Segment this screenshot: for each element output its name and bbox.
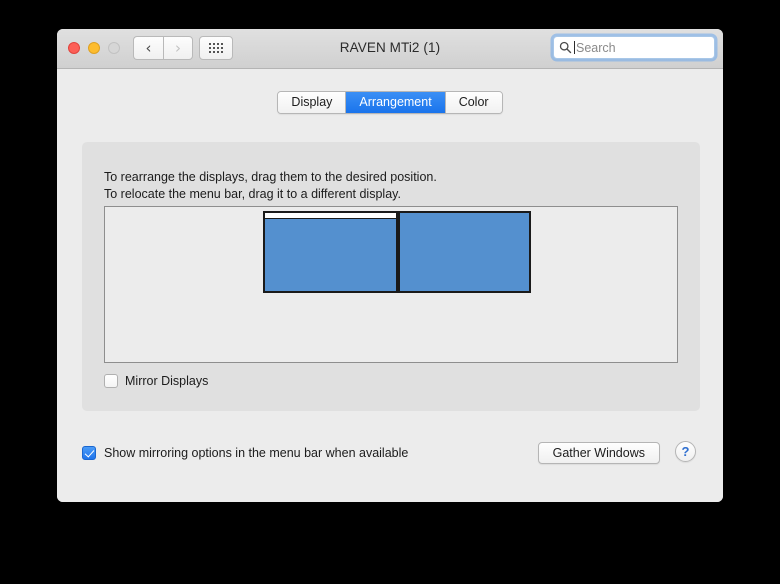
gather-windows-button[interactable]: Gather Windows [537, 442, 660, 464]
primary-display-tile[interactable] [263, 211, 398, 293]
secondary-display-tile[interactable] [398, 211, 531, 293]
show-mirroring-options-checkbox[interactable] [82, 446, 96, 460]
mirror-displays-row[interactable]: Mirror Displays [104, 374, 208, 388]
search-text-caret [574, 41, 575, 54]
show-mirroring-options-row[interactable]: Show mirroring options in the menu bar w… [82, 446, 408, 460]
mirror-displays-checkbox[interactable] [104, 374, 118, 388]
window-content: Display Arrangement Color To rearrange t… [57, 69, 723, 502]
search-placeholder: Search [576, 40, 616, 55]
menu-bar-strip[interactable] [265, 213, 396, 219]
window-titlebar: ‹ › RAVEN MTi2 (1) Search [57, 29, 723, 69]
displays-preferences-window: ‹ › RAVEN MTi2 (1) Search Display Arrang… [57, 29, 723, 502]
help-button[interactable]: ? [675, 441, 696, 462]
tab-strip: Display Arrangement Color [277, 91, 503, 114]
tab-arrangement[interactable]: Arrangement [346, 92, 446, 113]
show-mirroring-options-label: Show mirroring options in the menu bar w… [104, 446, 409, 460]
mirror-displays-label: Mirror Displays [125, 374, 209, 388]
tab-display[interactable]: Display [278, 92, 347, 113]
instruction-line-2: To relocate the menu bar, drag it to a d… [104, 187, 401, 201]
instruction-line-1: To rearrange the displays, drag them to … [104, 170, 437, 184]
instructions-text: To rearrange the displays, drag them to … [104, 169, 437, 203]
display-arrangement-canvas[interactable] [104, 206, 678, 363]
tab-color[interactable]: Color [445, 92, 502, 113]
tab-bar: Display Arrangement Color [57, 91, 723, 114]
search-icon [559, 41, 572, 54]
arrangement-panel: To rearrange the displays, drag them to … [82, 142, 700, 411]
search-field[interactable]: Search [553, 36, 715, 59]
